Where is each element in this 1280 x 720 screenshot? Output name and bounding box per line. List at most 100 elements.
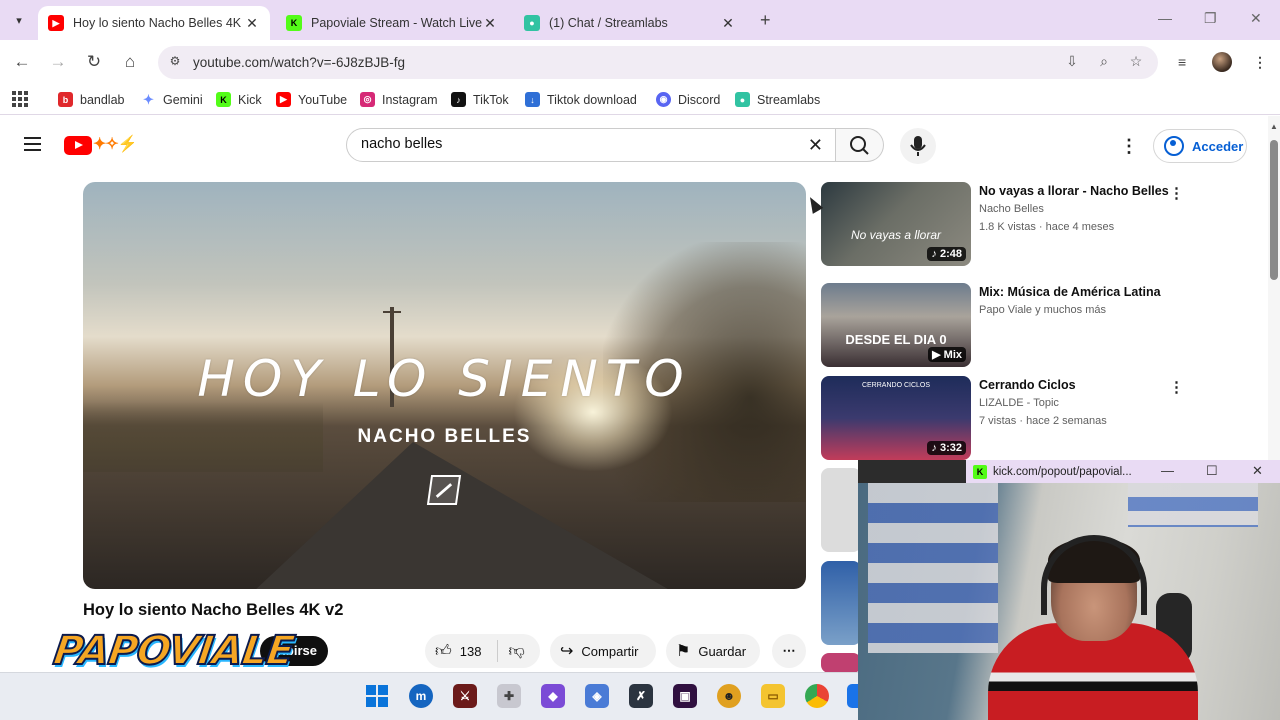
search-input[interactable] — [361, 136, 791, 152]
reload-icon[interactable]: ↻ — [83, 52, 105, 72]
profile-avatar[interactable] — [1212, 52, 1232, 72]
bookmark-label: bandlab — [80, 92, 125, 107]
kick-icon: K — [286, 15, 302, 31]
recommendation-channel[interactable]: Nacho Belles — [979, 203, 1044, 215]
more-actions-button[interactable]: ⋯ — [772, 634, 806, 668]
minimize-icon[interactable]: — — [1158, 10, 1172, 26]
restore-icon[interactable]: ❐ — [1204, 10, 1217, 27]
apps-grid-icon[interactable] — [12, 91, 28, 107]
duration-badge: ♪ 3:32 — [927, 441, 966, 455]
sign-in-button[interactable]: Acceder — [1153, 129, 1247, 163]
bookmark-tiktok[interactable]: ♪ TikTok — [451, 92, 509, 107]
voice-search-button[interactable] — [900, 128, 936, 164]
kick-icon: K — [216, 92, 231, 107]
share-button[interactable]: ↪ Compartir — [550, 634, 656, 668]
sign-in-label: Acceder — [1192, 138, 1244, 154]
game-icon[interactable]: ▣ — [673, 684, 697, 708]
recommendation-channel[interactable]: Papo Viale y muchos más — [979, 304, 1106, 316]
youtube-doodle-icon[interactable]: ✦✧⚡ — [93, 134, 138, 154]
video-thumbnail[interactable]: No vayas a llorar ♪ 2:48 — [821, 182, 971, 266]
bookmark-label: Streamlabs — [757, 92, 821, 107]
recommendation-item[interactable]: No vayas a llorar ♪ 2:48 No vayas a llor… — [821, 182, 1221, 268]
close-tab-icon[interactable]: ✕ — [720, 15, 736, 32]
dislike-icon[interactable]: 👎︎ — [508, 642, 524, 661]
search-button[interactable] — [836, 128, 884, 162]
forward-icon[interactable]: → — [47, 52, 69, 72]
app-m-icon[interactable]: m — [409, 684, 433, 708]
bookmark-bandlab[interactable]: b bandlab — [58, 92, 125, 107]
home-icon[interactable]: ⌂ — [119, 52, 141, 72]
thumbnail-text: CERRANDO CICLOS — [861, 382, 931, 389]
save-button[interactable]: ⚑ Guardar — [666, 634, 760, 668]
app-icon[interactable]: ✚ — [497, 684, 521, 708]
youtube-icon: ▶ — [276, 92, 291, 107]
video-thumbnail[interactable]: DESDE EL DIA 0 ▶ Mix — [821, 283, 971, 367]
close-tab-icon[interactable]: ✕ — [244, 15, 260, 32]
more-options-icon[interactable]: ⋮ — [1169, 184, 1184, 202]
site-info-icon[interactable]: ⚙ — [166, 54, 184, 72]
bookmark-discord[interactable]: ◉ Discord — [656, 92, 720, 107]
recommendation-item[interactable]: DESDE EL DIA 0 ▶ Mix Mix: Música de Amér… — [821, 283, 1221, 369]
recommendation-title[interactable]: Cerrando Ciclos — [979, 378, 1169, 392]
new-tab-button[interactable]: + — [760, 10, 771, 31]
popout-titlebar[interactable]: K kick.com/popout/papovial... — ☐ ✕ — [966, 460, 1280, 483]
bookmark-label: Discord — [678, 92, 721, 107]
media-controls-icon[interactable]: ≡ — [1178, 54, 1186, 70]
minimize-icon[interactable]: — — [1161, 463, 1174, 478]
game-icon[interactable]: ◆ — [541, 684, 565, 708]
bookmark-kick[interactable]: K Kick — [216, 92, 262, 107]
scroll-thumb[interactable] — [1270, 140, 1278, 280]
tab-kick[interactable]: K Papoviale Stream - Watch Live o ✕ — [276, 6, 508, 40]
counter-strike-icon[interactable]: ✗ — [629, 684, 653, 708]
app-icon[interactable] — [847, 684, 858, 708]
zoom-icon[interactable]: ⌕ — [1094, 53, 1114, 70]
bookmark-instagram[interactable]: ◎ Instagram — [360, 92, 438, 107]
youtube-icon: ▶ — [48, 15, 64, 31]
recommendation-channel[interactable]: LIZALDE - Topic — [979, 397, 1059, 409]
tab-search-button[interactable]: ▾ — [8, 9, 30, 31]
save-label: Guardar — [698, 643, 747, 659]
tab-youtube[interactable]: ▶ Hoy lo siento Nacho Belles 4K v ✕ — [38, 6, 270, 40]
streamlabs-icon: ● — [735, 92, 750, 107]
more-options-icon[interactable]: ⋮ — [1169, 378, 1184, 396]
video-thumbnail[interactable] — [821, 468, 861, 552]
close-icon[interactable]: ✕ — [1252, 463, 1263, 479]
install-app-icon[interactable]: ⇩ — [1062, 53, 1082, 70]
recommendation-title[interactable]: No vayas a llorar - Nacho Belles — [979, 184, 1169, 198]
recommendation-item[interactable]: CERRANDO CICLOS ♪ 3:32 Cerrando Ciclos L… — [821, 376, 1221, 462]
bookmark-label: TikTok — [473, 92, 509, 107]
clear-search-icon[interactable]: ✕ — [808, 135, 823, 156]
instagram-icon: ◎ — [360, 92, 375, 107]
bookmark-gemini[interactable]: ✦ Gemini — [141, 92, 203, 107]
like-count[interactable]: 138 — [460, 644, 482, 659]
url-text[interactable]: youtube.com/watch?v=-6J8zBJB-fg — [193, 55, 405, 70]
game-icon[interactable]: ⚔ — [453, 684, 477, 708]
recommendation-title[interactable]: Mix: Música de América Latina — [979, 285, 1169, 299]
video-thumbnail[interactable] — [821, 653, 861, 673]
tab-streamlabs[interactable]: ● (1) Chat / Streamlabs ✕ — [514, 6, 746, 40]
bookmark-tiktok-download[interactable]: ↓ Tiktok download — [525, 92, 637, 107]
maximize-icon[interactable]: ☐ — [1206, 463, 1218, 479]
bookmark-streamlabs[interactable]: ● Streamlabs — [735, 92, 820, 107]
file-explorer-icon[interactable]: ▭ — [761, 684, 785, 708]
app-icon[interactable]: ☻ — [717, 684, 741, 708]
browser-menu-icon[interactable]: ⋮ — [1253, 54, 1267, 71]
popout-window[interactable]: K kick.com/popout/papovial... — ☐ ✕ — [858, 460, 1280, 720]
close-tab-icon[interactable]: ✕ — [482, 15, 498, 32]
youtube-logo[interactable] — [64, 136, 92, 155]
windows-start-icon[interactable] — [366, 685, 388, 707]
address-bar[interactable]: ⚙ youtube.com/watch?v=-6J8zBJB-fg ⇩ ⌕ ☆ — [158, 46, 1158, 79]
chrome-icon[interactable] — [805, 684, 829, 708]
scroll-up-icon[interactable]: ▲ — [1270, 122, 1278, 131]
settings-kebab-icon[interactable]: ⋮ — [1120, 136, 1138, 157]
video-player[interactable]: HOY LO SIENTO NACHO BELLES — [83, 182, 806, 589]
bookmark-youtube[interactable]: ▶ YouTube — [276, 92, 347, 107]
video-thumbnail[interactable]: CERRANDO CICLOS ♪ 3:32 — [821, 376, 971, 460]
back-icon[interactable]: ← — [11, 52, 33, 72]
close-window-icon[interactable]: ✕ — [1250, 10, 1262, 27]
app-icon[interactable]: ◈ — [585, 684, 609, 708]
menu-icon[interactable] — [24, 137, 41, 151]
like-icon[interactable]: 👍︎ — [435, 642, 452, 661]
video-thumbnail[interactable] — [821, 561, 861, 645]
bookmark-star-icon[interactable]: ☆ — [1126, 53, 1146, 70]
